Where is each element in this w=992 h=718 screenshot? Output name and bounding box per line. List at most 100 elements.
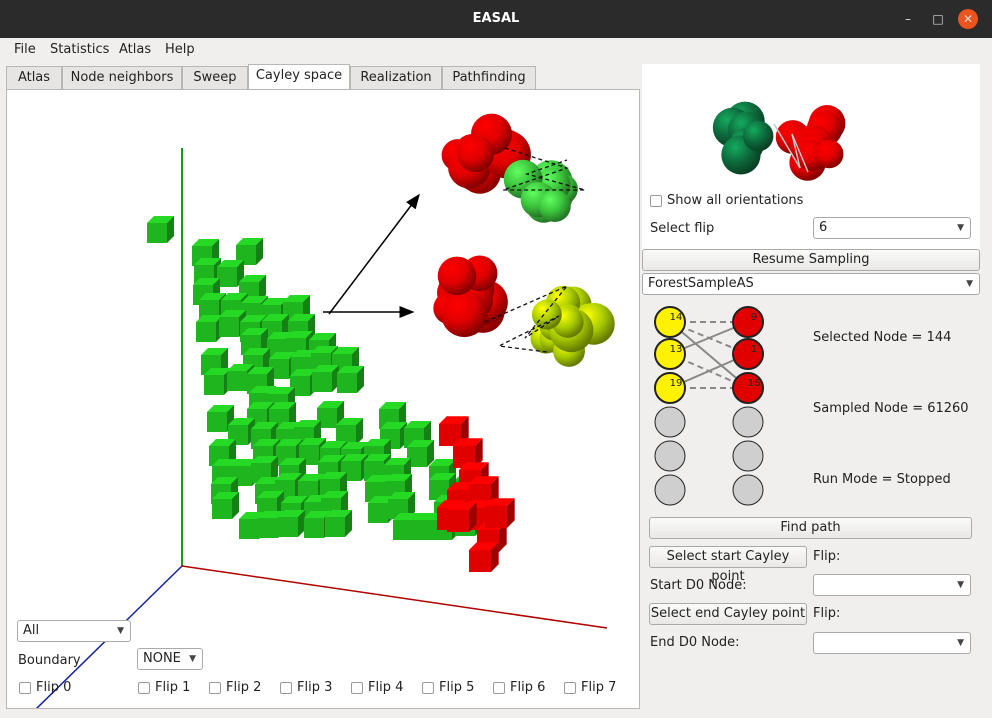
- menu-atlas[interactable]: Atlas: [119, 42, 151, 57]
- menu-bar: File Statistics Atlas Help: [0, 38, 992, 62]
- tab-atlas[interactable]: Atlas: [6, 66, 62, 90]
- cube: [204, 368, 231, 395]
- chevron-down-icon: ▼: [957, 638, 964, 648]
- atom-sphere: [437, 256, 477, 296]
- cube: [196, 315, 223, 342]
- graph-node-right[interactable]: [732, 406, 764, 438]
- menu-file[interactable]: File: [14, 42, 36, 57]
- cube: [212, 492, 239, 519]
- atom-sphere: [457, 135, 495, 173]
- chevron-down-icon: ▼: [189, 654, 196, 664]
- flip-5-checkbox[interactable]: [422, 682, 434, 694]
- flip-6-label: Flip 6: [510, 680, 546, 695]
- graph-node-right[interactable]: [732, 474, 764, 506]
- arrow-to-realization-1: [328, 193, 420, 315]
- graph-node-right[interactable]: [732, 306, 764, 338]
- flip-7-label: Flip 7: [581, 680, 617, 695]
- cube: [336, 418, 363, 445]
- boundary-dropdown[interactable]: NONE ▼: [137, 648, 203, 670]
- realization-1: [441, 113, 586, 223]
- minimize-icon[interactable]: –: [898, 9, 918, 29]
- flip-7-checkbox[interactable]: [564, 682, 576, 694]
- flip-1-label: Flip 1: [155, 680, 191, 695]
- x-axis: [181, 565, 608, 629]
- select-flip-dropdown[interactable]: 6 ▼: [813, 217, 971, 239]
- flip-3-label: Flip 3: [297, 680, 333, 695]
- tab-sweep[interactable]: Sweep: [182, 66, 248, 90]
- flip-1-checkbox[interactable]: [138, 682, 150, 694]
- cube: [407, 440, 434, 467]
- atom-sphere: [743, 120, 774, 152]
- graph-node-right[interactable]: [732, 440, 764, 472]
- boundary-label: Boundary: [18, 653, 81, 668]
- show-all-orientations-checkbox[interactable]: [650, 195, 662, 207]
- cube: [469, 542, 499, 572]
- flip-3-checkbox[interactable]: [280, 682, 292, 694]
- chevron-down-icon: ▼: [957, 580, 964, 590]
- end-flip-label: Flip:: [813, 606, 841, 621]
- tab-pathfinding[interactable]: Pathfinding: [442, 66, 536, 90]
- flip-2-checkbox[interactable]: [209, 682, 221, 694]
- cayley-3d-viewport[interactable]: All ▼ Boundary NONE ▼ Flip 0 Flip 1 Flip 2…: [6, 89, 640, 709]
- select-start-cayley-point-button[interactable]: Select start Cayley point: [649, 546, 807, 584]
- chevron-down-icon: ▼: [957, 223, 964, 233]
- cayley-scene[interactable]: [7, 90, 640, 709]
- end-d0-node-label: End D0 Node:: [650, 635, 740, 650]
- flip-0-checkbox[interactable]: [19, 682, 31, 694]
- sampled-node-text: Sampled Node = 61260: [813, 401, 969, 416]
- cube: [312, 365, 339, 392]
- flip-4-label: Flip 4: [368, 680, 404, 695]
- menu-help[interactable]: Help: [165, 42, 195, 57]
- contact-graph[interactable]: 14 9 13 1 19 16: [640, 302, 820, 512]
- show-all-orientations-label: Show all orientations: [667, 193, 804, 208]
- graph-node-label: 13: [670, 344, 683, 355]
- atom-sphere: [538, 189, 571, 222]
- graph-node-left[interactable]: [654, 474, 686, 506]
- atom-sphere: [531, 299, 562, 330]
- flip-5-label: Flip 5: [439, 680, 475, 695]
- selected-node-text: Selected Node = 144: [813, 330, 952, 345]
- sampler-dropdown[interactable]: ForestSampleAS ▼: [642, 273, 980, 295]
- cube: [147, 216, 174, 243]
- atom-sphere: [814, 139, 844, 169]
- cube: [485, 498, 515, 528]
- flip-0-label: Flip 0: [36, 680, 72, 695]
- tab-realization[interactable]: Realization: [350, 66, 442, 90]
- cube: [325, 510, 352, 537]
- title-bar: EASAL – □ ✕: [0, 0, 992, 38]
- select-end-cayley-point-button[interactable]: Select end Cayley point: [649, 603, 807, 625]
- filter-dropdown[interactable]: All ▼: [17, 620, 131, 642]
- find-path-button[interactable]: Find path: [649, 517, 972, 539]
- graph-node-label: 9: [751, 312, 757, 323]
- maximize-icon[interactable]: □: [928, 9, 948, 29]
- flip-6-checkbox[interactable]: [493, 682, 505, 694]
- graph-node-label: 19: [670, 378, 683, 389]
- tab-cayley-space[interactable]: Cayley space: [248, 64, 350, 90]
- flip-4-checkbox[interactable]: [351, 682, 363, 694]
- realization-2: [433, 255, 615, 367]
- cube: [278, 510, 305, 537]
- menu-statistics[interactable]: Statistics: [50, 42, 109, 57]
- graph-node-left[interactable]: [654, 406, 686, 438]
- resume-sampling-button[interactable]: Resume Sampling: [642, 249, 980, 271]
- graph-node-right[interactable]: [732, 338, 764, 370]
- cube: [337, 366, 364, 393]
- close-icon[interactable]: ✕: [958, 9, 978, 29]
- run-mode-text: Run Mode = Stopped: [813, 472, 951, 487]
- flip-2-label: Flip 2: [226, 680, 262, 695]
- window-title: EASAL: [472, 11, 520, 26]
- atom-sphere: [441, 290, 488, 338]
- chevron-down-icon: ▼: [966, 279, 973, 289]
- start-flip-label: Flip:: [813, 549, 841, 564]
- chevron-down-icon: ▼: [117, 626, 124, 636]
- start-d0-node-dropdown[interactable]: ▼: [813, 574, 971, 596]
- graph-node-label: 1: [751, 344, 757, 355]
- tab-node-neighbors[interactable]: Node neighbors: [62, 66, 182, 90]
- end-d0-node-dropdown[interactable]: ▼: [813, 632, 971, 654]
- graph-node-left[interactable]: [654, 440, 686, 472]
- right-panel: Show all orientations Select flip 6 ▼ Res…: [640, 62, 992, 718]
- start-d0-node-label: Start D0 Node:: [650, 578, 747, 593]
- graph-node-label: 14: [670, 312, 683, 323]
- cube: [447, 502, 477, 532]
- select-flip-label: Select flip: [650, 221, 715, 236]
